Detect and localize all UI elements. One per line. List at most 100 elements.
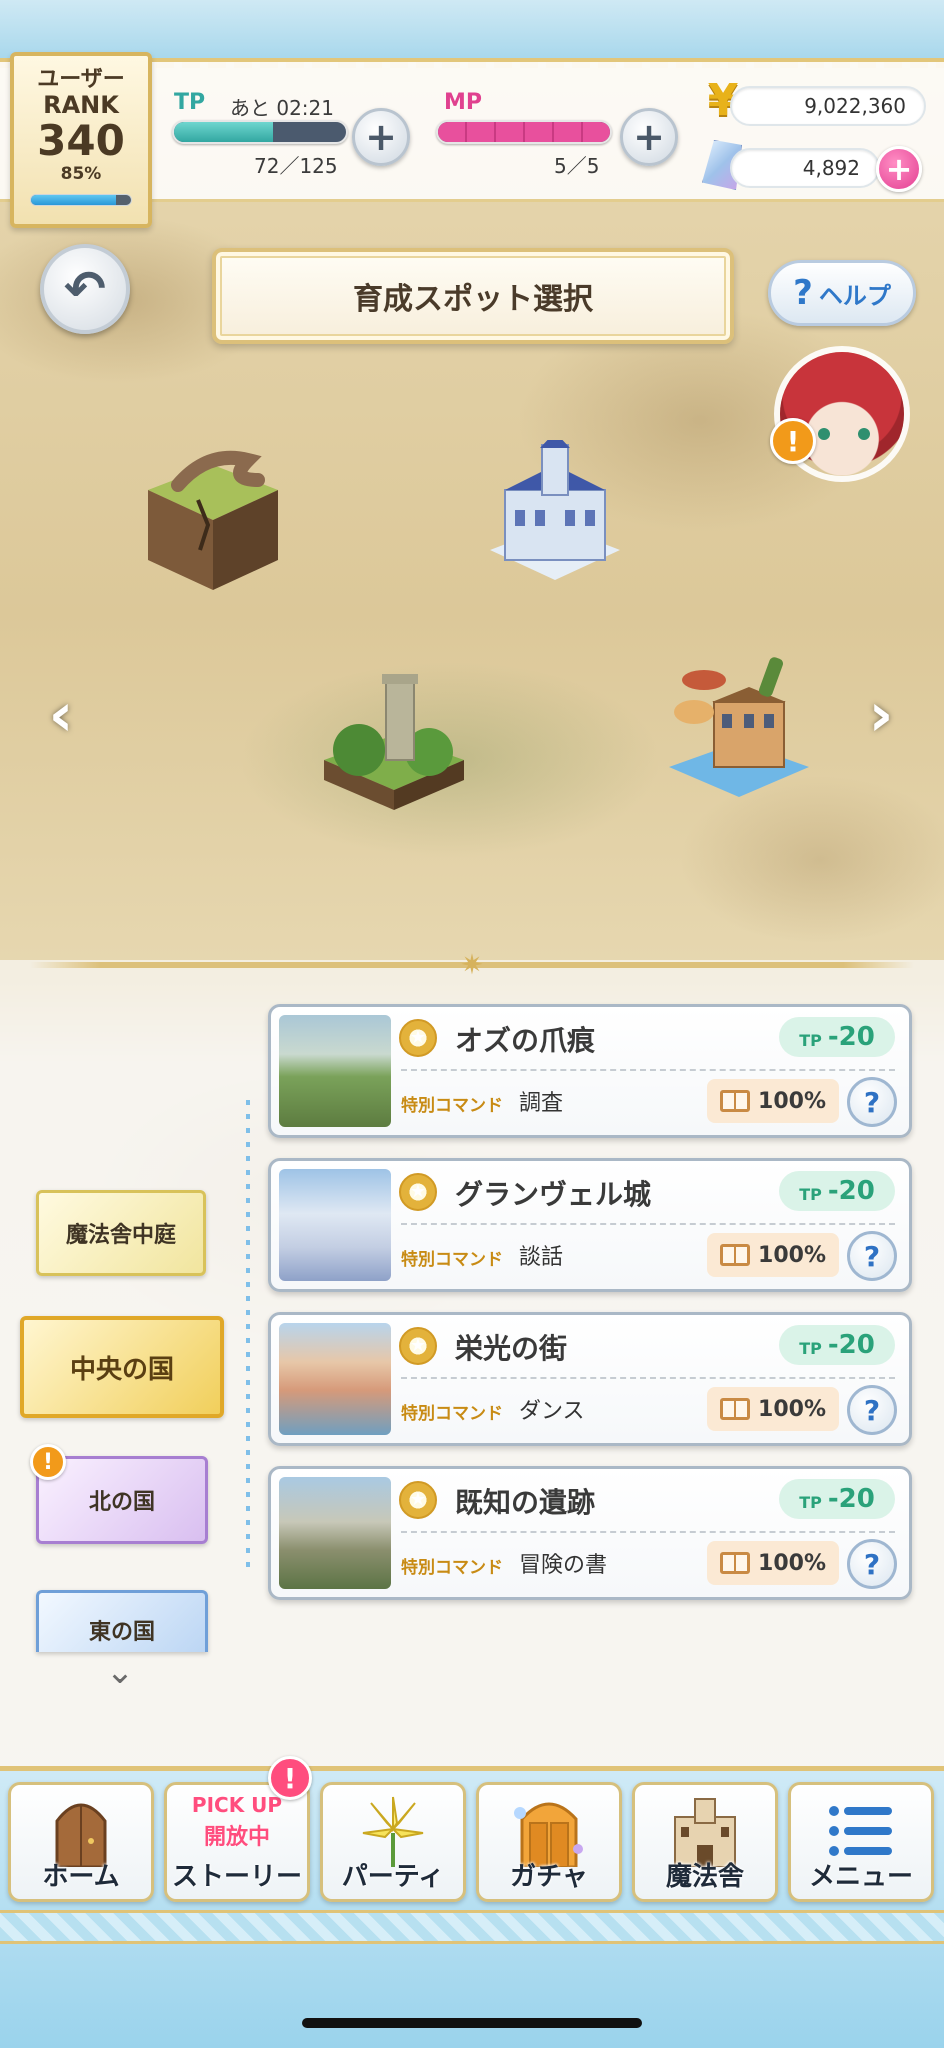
rank-label: RANK [43,91,119,119]
nav-party-label: パーティ [341,1862,445,1892]
tp-cost-value: -20 [827,1022,875,1052]
home-indicator[interactable] [302,2018,642,2028]
map-spot-oz-scar[interactable] [138,430,288,600]
nav-home-label: ホーム [42,1862,120,1892]
mp-plus-button[interactable]: + [620,108,678,166]
spot-name: 既知の遺跡 [455,1486,596,1519]
region-tab-courtyard[interactable]: 魔法舎中庭 [36,1190,206,1276]
story-open-text: 開放中 [203,1825,270,1850]
user-rank-badge[interactable]: ユーザー RANK 340 85% [10,52,152,228]
ruins-diorama-icon [324,674,464,810]
map-spot-known-ruins[interactable] [314,660,474,820]
mp-label: MP [444,90,483,115]
character-eye-right [858,428,870,440]
spot-thumbnail [279,1477,391,1589]
back-button[interactable]: ↶ [40,244,130,334]
chevron-down-icon[interactable]: ⌄ [96,1654,144,1690]
star-icon: ★ [399,1173,437,1211]
card-separator [401,1377,895,1379]
spot-card-known-ruins[interactable]: ★ 既知の遺跡 TP -20 特別コマンド 冒険の書 100% ? [268,1466,912,1600]
character-eye-left [818,428,830,440]
spot-name: 栄光の街 [455,1332,568,1365]
tp-cost-label: TP [799,1338,822,1358]
tp-value: 72／125 [254,154,338,178]
nav-story-button[interactable]: PICK UP 開放中 ストーリー [164,1782,310,1902]
tp-bar-fill [174,122,274,142]
success-rate: 100% [707,1233,839,1277]
bottom-ornamental-strip [0,1910,944,1944]
success-rate: 100% [707,1079,839,1123]
crystal-display: 4,892 [730,148,880,188]
tp-cost-label: TP [799,1030,822,1050]
spot-info-button[interactable]: ? [847,1385,897,1435]
rank-label-user: ユーザー [37,67,125,92]
mp-bar [436,120,612,144]
spot-name: オズの爪痕 [455,1024,596,1057]
book-icon [720,1398,751,1420]
special-command-value: 談話 [519,1245,564,1270]
special-command-label: 特別コマンド [401,1404,503,1424]
tp-cost-label: TP [799,1492,822,1512]
success-rate: 100% [707,1541,839,1585]
spot-thumbnail [279,1323,391,1435]
question-icon: ? [793,273,813,313]
tp-cost-value: -20 [827,1484,875,1514]
menu-list-icon [829,1806,892,1856]
north-alert-icon: ! [30,1444,66,1480]
map-prev-arrow-icon[interactable]: ‹ [38,680,84,750]
rate-value: 100% [758,1242,826,1268]
spot-info-button[interactable]: ? [847,1539,897,1589]
rate-value: 100% [758,1088,826,1114]
spot-name: グランヴェル城 [455,1178,652,1211]
divider-ornament-icon: ✷ [460,948,484,981]
rank-progress-bar [30,194,132,206]
special-command-value: ダンス [519,1399,585,1424]
crystal-plus-button[interactable]: + [876,146,922,192]
map-next-arrow-icon[interactable]: › [858,680,904,750]
spot-info-button[interactable]: ? [847,1077,897,1127]
map-spot-glory-town[interactable] [664,652,814,812]
mp-value: 5／5 [554,154,600,178]
spot-thumbnail [279,1015,391,1127]
region-tab-east[interactable]: 東の国 [36,1590,208,1652]
tp-plus-button[interactable]: + [352,108,410,166]
tp-cost-value: -20 [827,1176,875,1206]
special-command-label: 特別コマンド [401,1096,503,1116]
tp-bar [172,120,348,144]
rank-progress-fill [31,195,116,205]
nav-mahousha-button[interactable]: 魔法舎 [632,1782,778,1902]
nav-home-button[interactable]: ホーム [8,1782,154,1902]
story-alert-icon: ! [268,1756,312,1800]
mp-bar-fill [438,122,610,142]
spot-info-button[interactable]: ? [847,1231,897,1281]
nav-party-button[interactable]: パーティ [320,1782,466,1902]
book-icon [720,1552,751,1574]
rate-value: 100% [758,1550,826,1576]
oz-scar-diorama-icon [148,450,278,590]
rate-value: 100% [758,1396,826,1422]
book-icon [720,1244,751,1266]
nav-mahousha-label: 魔法舎 [665,1862,744,1892]
character-alert-icon: ! [770,418,816,464]
map-spot-granvel-castle[interactable] [480,432,630,610]
help-label: ヘルプ [818,281,891,310]
spot-card-glory-town[interactable]: ★ 栄光の街 TP -20 特別コマンド ダンス 100% ? [268,1312,912,1446]
nav-menu-label: メニュー [808,1862,913,1892]
tp-cost-label: TP [799,1184,822,1204]
spot-card-granvel-castle[interactable]: ★ グランヴェル城 TP -20 特別コマンド 談話 100% ? [268,1158,912,1292]
region-tab-central[interactable]: 中央の国 [20,1316,224,1418]
spot-card-oz-scar[interactable]: ★ オズの爪痕 TP -20 特別コマンド 調査 100% ? [268,1004,912,1138]
nav-story-label: ストーリー [171,1862,302,1892]
tp-label: TP [174,90,206,115]
tp-cost-badge: TP -20 [779,1171,895,1211]
nav-gacha-label: ガチャ [510,1862,588,1892]
special-command-label: 特別コマンド [401,1558,503,1578]
card-separator [401,1069,895,1071]
nav-gacha-button[interactable]: ガチャ [476,1782,622,1902]
book-icon [720,1090,751,1112]
help-button[interactable]: ? ヘルプ [768,260,916,326]
tp-cost-badge: TP -20 [779,1479,895,1519]
rank-percent: 85% [60,164,102,184]
page-title: 育成スポット選択 [212,248,734,344]
nav-menu-button[interactable]: メニュー [788,1782,934,1902]
